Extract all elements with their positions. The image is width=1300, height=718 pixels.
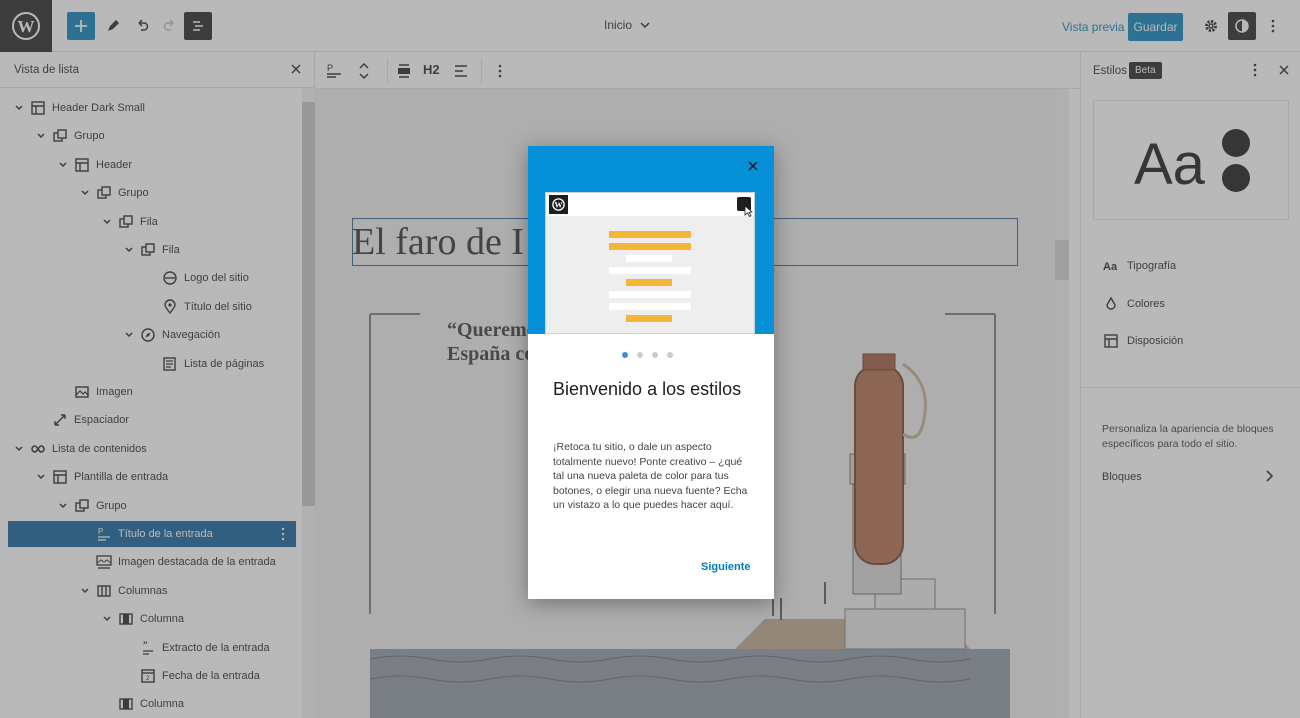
mini-content-bar <box>626 279 672 286</box>
close-icon[interactable] <box>746 159 760 173</box>
modal-body-text: ¡Retoca tu sitio, o dale un aspecto tota… <box>553 441 748 511</box>
mini-editor-window: W <box>545 192 755 334</box>
pagination-dots <box>622 352 673 358</box>
mini-content-bar <box>609 243 691 250</box>
pagination-dot[interactable] <box>637 352 643 358</box>
mini-content-bar <box>609 267 691 274</box>
mini-content-bar <box>609 303 691 310</box>
pagination-dot[interactable] <box>667 352 673 358</box>
mini-content-bar <box>626 315 672 322</box>
wordpress-logo-icon: W <box>549 195 568 214</box>
mini-content-bar <box>609 231 691 238</box>
welcome-styles-modal: W Bienvenido a los estilos ¡Retoca tu si… <box>528 146 774 599</box>
modal-illustration: W <box>528 146 774 334</box>
next-button[interactable]: Siguiente <box>701 561 751 573</box>
mini-editor-bar: W <box>546 193 754 217</box>
svg-text:W: W <box>554 201 563 210</box>
cursor-icon <box>744 205 753 217</box>
modal-title: Bienvenido a los estilos <box>553 379 742 399</box>
pagination-dot[interactable] <box>622 352 628 358</box>
pagination-dot[interactable] <box>652 352 658 358</box>
mini-content-bar <box>609 291 691 298</box>
mini-content-bar <box>626 255 672 262</box>
